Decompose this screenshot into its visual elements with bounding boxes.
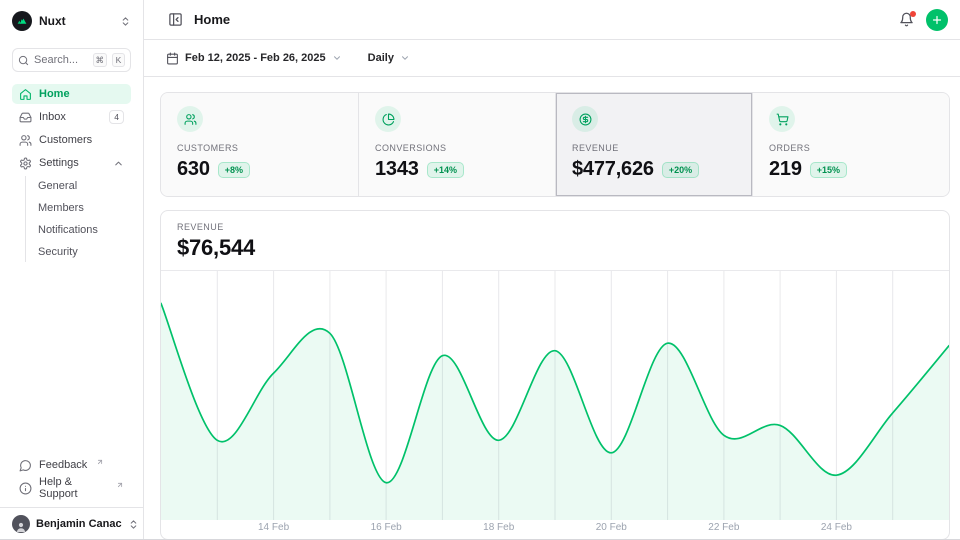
settings-subnav: General Members Notifications Security (25, 176, 131, 262)
main-area: Home Feb 12, 2025 - Feb 26, 2025 (144, 0, 960, 540)
stat-card-conversions[interactable]: CONVERSIONS 1343 +14% (358, 93, 555, 196)
search-box: ⌘ K (12, 48, 131, 72)
x-axis-tick: 16 Feb (371, 522, 402, 533)
sidebar-item-inbox[interactable]: Inbox 4 (12, 107, 131, 127)
external-link-icon (96, 458, 104, 466)
period-select[interactable]: Daily (368, 52, 410, 64)
home-icon (19, 88, 32, 101)
sidebar-item-label: Home (39, 88, 70, 100)
nuxt-logo-icon (12, 11, 32, 31)
stat-card-orders[interactable]: ORDERS 219 +15% (752, 93, 949, 196)
delta-badge: +20% (662, 162, 699, 178)
x-axis-tick: 22 Feb (708, 522, 739, 533)
workspace-selector[interactable]: Nuxt (12, 0, 131, 42)
sidebar-item-label: Customers (39, 134, 92, 146)
stat-label: REVENUE (572, 143, 736, 153)
delta-badge: +15% (810, 162, 847, 178)
sidebar-item-label: Feedback (39, 459, 87, 471)
sidebar-nav: Home Inbox 4 Customers Settings (12, 84, 131, 264)
sidebar-item-settings[interactable]: Settings (12, 153, 131, 173)
stat-value: $477,626 (572, 158, 654, 181)
stat-value: 630 (177, 158, 210, 181)
date-range-label: Feb 12, 2025 - Feb 26, 2025 (185, 52, 326, 64)
sidebar-item-home[interactable]: Home (12, 84, 131, 104)
users-icon (177, 106, 203, 132)
delta-badge: +14% (427, 162, 464, 178)
sidebar-item-label: Inbox (39, 111, 66, 123)
collapse-sidebar-button[interactable] (166, 10, 185, 29)
delta-badge: +8% (218, 162, 250, 178)
sidebar-item-label: Help & Support (39, 476, 107, 500)
message-bubble-icon (19, 459, 32, 472)
page-title: Home (194, 12, 230, 27)
search-icon (18, 55, 29, 66)
x-axis-tick: 24 Feb (821, 522, 852, 533)
search-input[interactable] (34, 54, 88, 66)
external-link-icon (116, 481, 124, 489)
revenue-chart-card: REVENUE $76,544 14 Feb 16 Feb 18 Feb 20 Feb… (160, 210, 950, 540)
sidebar-item-security[interactable]: Security (31, 242, 131, 262)
chart-label: REVENUE (177, 222, 933, 232)
sidebar-item-customers[interactable]: Customers (12, 130, 131, 150)
kbd-cmd: ⌘ (93, 53, 108, 67)
filters-toolbar: Feb 12, 2025 - Feb 26, 2025 Daily (144, 40, 960, 77)
x-axis-tick: 18 Feb (483, 522, 514, 533)
notifications-button[interactable] (897, 10, 916, 29)
sidebar: Nuxt ⌘ K Home Inb (0, 0, 144, 540)
stat-card-revenue[interactable]: REVENUE $477,626 +20% (555, 93, 752, 196)
chevron-up-icon (113, 158, 124, 169)
x-axis: 14 Feb 16 Feb 18 Feb 20 Feb 22 Feb 24 Feb (161, 520, 949, 539)
stat-label: CUSTOMERS (177, 143, 342, 153)
stat-card-customers[interactable]: CUSTOMERS 630 +8% (161, 93, 358, 196)
notification-dot (910, 11, 916, 17)
info-circle-icon (19, 482, 32, 495)
top-header: Home (144, 0, 960, 40)
user-menu[interactable]: Benjamin Canac (0, 507, 143, 540)
user-avatar (12, 515, 30, 533)
stat-value: 1343 (375, 158, 419, 181)
shopping-cart-icon (769, 106, 795, 132)
stats-row: CUSTOMERS 630 +8% CONVERSIONS 1343 +14% (160, 92, 950, 197)
inbox-icon (19, 111, 32, 124)
panel-left-close-icon (168, 12, 183, 27)
period-label: Daily (368, 52, 394, 64)
chevrons-up-down-icon (120, 16, 131, 27)
revenue-chart-plot[interactable] (161, 271, 949, 520)
dashboard-app: Nuxt ⌘ K Home Inb (0, 0, 960, 540)
chart-area: 14 Feb 16 Feb 18 Feb 20 Feb 22 Feb 24 Feb (161, 271, 949, 539)
topbar-actions (897, 9, 948, 31)
chevrons-up-down-icon (128, 519, 139, 530)
chevron-down-icon (332, 53, 342, 63)
add-button[interactable] (926, 9, 948, 31)
dollar-circle-icon (572, 106, 598, 132)
inbox-count-badge: 4 (109, 110, 124, 124)
users-icon (19, 134, 32, 147)
plus-icon (931, 14, 943, 26)
date-range-picker[interactable]: Feb 12, 2025 - Feb 26, 2025 (166, 52, 342, 65)
sidebar-item-general[interactable]: General (31, 176, 131, 196)
chart-header: REVENUE $76,544 (161, 211, 949, 271)
gear-icon (19, 157, 32, 170)
kbd-k: K (112, 53, 125, 67)
sidebar-item-label: Settings (39, 157, 79, 169)
sidebar-item-help-support[interactable]: Help & Support (12, 478, 131, 498)
stat-value: 219 (769, 158, 802, 181)
x-axis-tick: 14 Feb (258, 522, 289, 533)
chevron-down-icon (400, 53, 410, 63)
x-axis-tick: 20 Feb (596, 522, 627, 533)
sidebar-item-feedback[interactable]: Feedback (12, 455, 131, 475)
stat-label: CONVERSIONS (375, 143, 539, 153)
sidebar-item-notifications[interactable]: Notifications (31, 220, 131, 240)
workspace-name: Nuxt (39, 14, 66, 28)
sidebar-item-members[interactable]: Members (31, 198, 131, 218)
calendar-icon (166, 52, 179, 65)
stat-label: ORDERS (769, 143, 933, 153)
user-name: Benjamin Canac (36, 518, 122, 530)
chart-value: $76,544 (177, 235, 933, 261)
content: CUSTOMERS 630 +8% CONVERSIONS 1343 +14% (144, 77, 960, 540)
pie-chart-icon (375, 106, 401, 132)
sidebar-footer: Feedback Help & Support (12, 455, 131, 507)
